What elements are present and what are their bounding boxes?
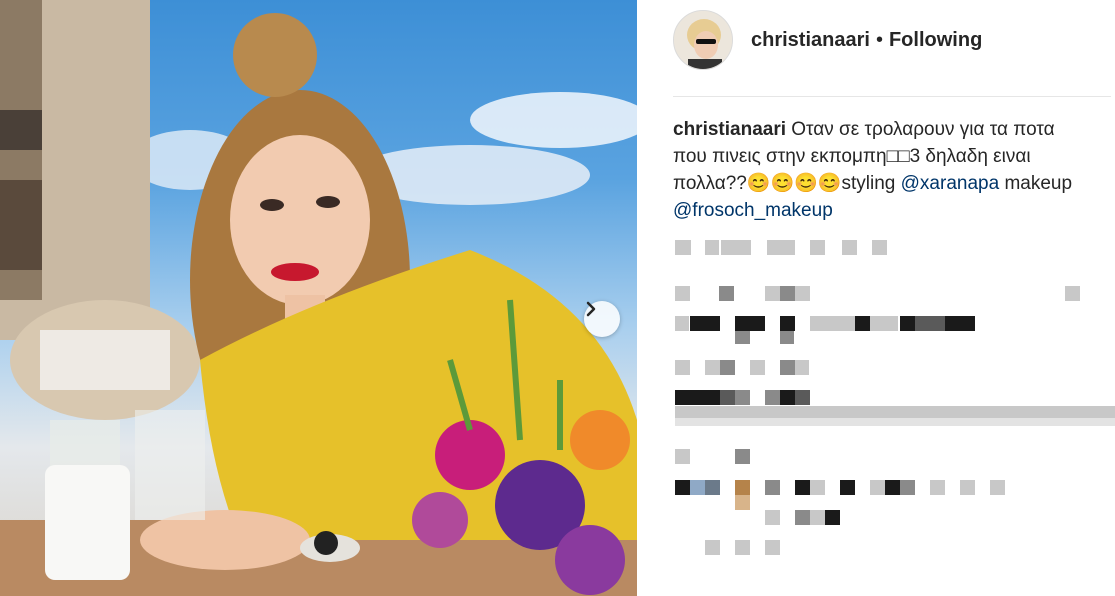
- pixelated-comments: [675, 240, 1115, 555]
- photo-illustration: [0, 0, 637, 596]
- next-photo-button[interactable]: [584, 301, 620, 337]
- post-photo: [0, 0, 637, 596]
- post-side-panel: christianaari • Following christianaari …: [637, 0, 1115, 596]
- chevron-right-icon: [586, 301, 596, 317]
